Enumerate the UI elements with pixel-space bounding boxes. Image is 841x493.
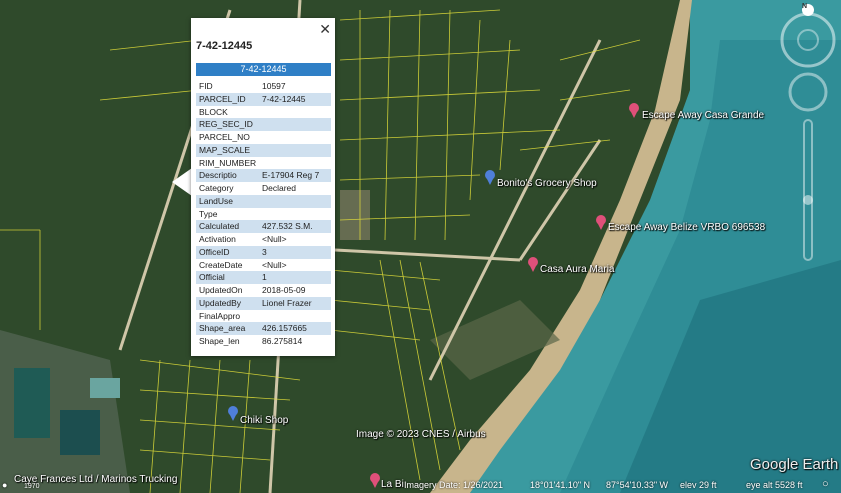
attribute-row: Category Declared bbox=[196, 182, 331, 195]
attribute-key: Calculated bbox=[199, 221, 240, 232]
attribute-row: UpdatedBy Lionel Frazer bbox=[196, 296, 331, 310]
attribute-key: UpdatedOn bbox=[199, 285, 243, 295]
elevation: elev 29 ft bbox=[680, 480, 717, 490]
popup-pointer bbox=[172, 168, 192, 196]
longitude: 87°54'10.33" W bbox=[606, 480, 669, 490]
attribute-value bbox=[262, 118, 331, 131]
satellite-map[interactable] bbox=[0, 0, 841, 493]
attribute-value: 86.275814 bbox=[262, 336, 303, 346]
attribute-row: BLOCK bbox=[196, 106, 331, 119]
attribute-row: Shape_area 426.157665 bbox=[196, 322, 331, 335]
attribute-key: MAP_SCALE bbox=[199, 144, 251, 155]
attribute-row: Calculated 427.532 S.M. bbox=[196, 220, 331, 233]
attribute-value: 2018-05-09 bbox=[262, 285, 306, 295]
streaming-indicator-icon: ○ bbox=[822, 478, 829, 490]
attribute-value: 426.157665 bbox=[262, 323, 307, 334]
imagery-credit: Image © 2023 CNES / Airbus bbox=[356, 429, 486, 440]
attribute-key: REG_SEC_ID bbox=[199, 119, 253, 130]
attribute-table: FID 10597 PARCEL_ID 7-42-12445 BLOCK REG_SEC_… bbox=[196, 80, 331, 348]
parcel-info-popup: ✕ 7-42-12445 7-42-12445 FID 10597 PARCEL_I… bbox=[191, 18, 335, 356]
attribute-key: Shape_area bbox=[199, 323, 246, 334]
place-label-aura[interactable]: Casa Aura Maria bbox=[540, 264, 614, 275]
attribute-value bbox=[262, 144, 331, 157]
attribute-value bbox=[262, 106, 331, 119]
google-earth-logo: Google Earth bbox=[750, 456, 839, 473]
popup-title: 7-42-12445 bbox=[196, 40, 253, 52]
attribute-row: REG_SEC_ID bbox=[196, 118, 331, 131]
attribute-row: UpdatedOn 2018-05-09 bbox=[196, 284, 331, 297]
attribute-row: LandUse bbox=[196, 194, 331, 208]
imagery-date: Imagery Date: 1/26/2021 bbox=[404, 480, 504, 490]
attribute-key: RIM_NUMBER bbox=[199, 157, 257, 168]
attribute-key: PARCEL_NO bbox=[199, 132, 250, 142]
attribute-key: Shape_len bbox=[199, 336, 240, 346]
attribute-row: FinalAppro bbox=[196, 310, 331, 323]
attribute-key: Category bbox=[199, 183, 234, 193]
attribute-value: 10597 bbox=[262, 81, 286, 91]
attribute-value: Lionel Frazer bbox=[262, 297, 312, 308]
attribute-row: Official 1 bbox=[196, 271, 331, 284]
attribute-row: PARCEL_ID 7-42-12445 bbox=[196, 92, 331, 106]
attribute-value: <Null> bbox=[262, 259, 287, 270]
attribute-key: UpdatedBy bbox=[199, 297, 242, 308]
attribute-key: CreateDate bbox=[199, 259, 243, 270]
attribute-key: FinalAppro bbox=[199, 310, 241, 321]
attribute-key: Official bbox=[199, 272, 225, 283]
attribute-value: Declared bbox=[262, 183, 297, 193]
attribute-row: Shape_len 86.275814 bbox=[196, 335, 331, 348]
attribute-row: Type bbox=[196, 208, 331, 221]
attribute-row: MAP_SCALE bbox=[196, 143, 331, 157]
attribute-row: CreateDate <Null> bbox=[196, 259, 331, 272]
place-label-chiki[interactable]: Chiki Shop bbox=[240, 415, 288, 426]
attribute-key: FID bbox=[199, 81, 213, 91]
attribute-key: Activation bbox=[199, 234, 236, 244]
status-bar: ● 1970 Imagery Date: 1/26/2021 18°01'41.… bbox=[0, 478, 841, 493]
attribute-row: RIM_NUMBER bbox=[196, 157, 331, 170]
attribute-value bbox=[262, 131, 331, 144]
attribute-row: FID 10597 bbox=[196, 80, 331, 93]
attribute-key: Descriptio bbox=[199, 170, 237, 181]
attribute-key: LandUse bbox=[199, 195, 234, 206]
year-label: 1970 bbox=[24, 483, 40, 490]
attribute-key: BLOCK bbox=[199, 106, 228, 117]
place-label-casa-grande[interactable]: Escape Away Casa Grande bbox=[642, 110, 764, 121]
attribute-value: E-17904 Reg 7 bbox=[262, 170, 320, 181]
place-label-vrbo[interactable]: Escape Away Belize VRBO 696538 bbox=[608, 222, 765, 233]
attribute-value bbox=[262, 208, 331, 221]
attribute-value: <Null> bbox=[262, 234, 287, 244]
attribute-row: PARCEL_NO bbox=[196, 131, 331, 144]
attribute-row: OfficeID 3 bbox=[196, 245, 331, 259]
attribute-key: Type bbox=[199, 208, 218, 219]
attribute-value bbox=[262, 157, 331, 170]
latitude: 18°01'41.10" N bbox=[530, 480, 591, 490]
attribute-value bbox=[262, 195, 331, 208]
globe-icon: ● bbox=[2, 480, 8, 490]
attribute-value: 7-42-12445 bbox=[262, 93, 306, 104]
attribute-value: 3 bbox=[262, 246, 267, 257]
eye-altitude: eye alt 5528 ft bbox=[746, 480, 803, 490]
attribute-value: 1 bbox=[262, 272, 267, 283]
close-icon[interactable]: ✕ bbox=[319, 22, 331, 36]
compass-north-letter: N bbox=[802, 3, 808, 10]
attribute-row: Activation <Null> bbox=[196, 233, 331, 246]
attribute-key: OfficeID bbox=[199, 246, 230, 257]
popup-table-header: 7-42-12445 bbox=[196, 63, 331, 76]
attribute-row: Descriptio E-17904 Reg 7 bbox=[196, 169, 331, 182]
attribute-value bbox=[262, 310, 331, 323]
attribute-key: PARCEL_ID bbox=[199, 93, 246, 104]
attribute-value: 427.532 S.M. bbox=[262, 221, 313, 232]
place-label-bonitos[interactable]: Bonito's Grocery Shop bbox=[497, 178, 597, 189]
